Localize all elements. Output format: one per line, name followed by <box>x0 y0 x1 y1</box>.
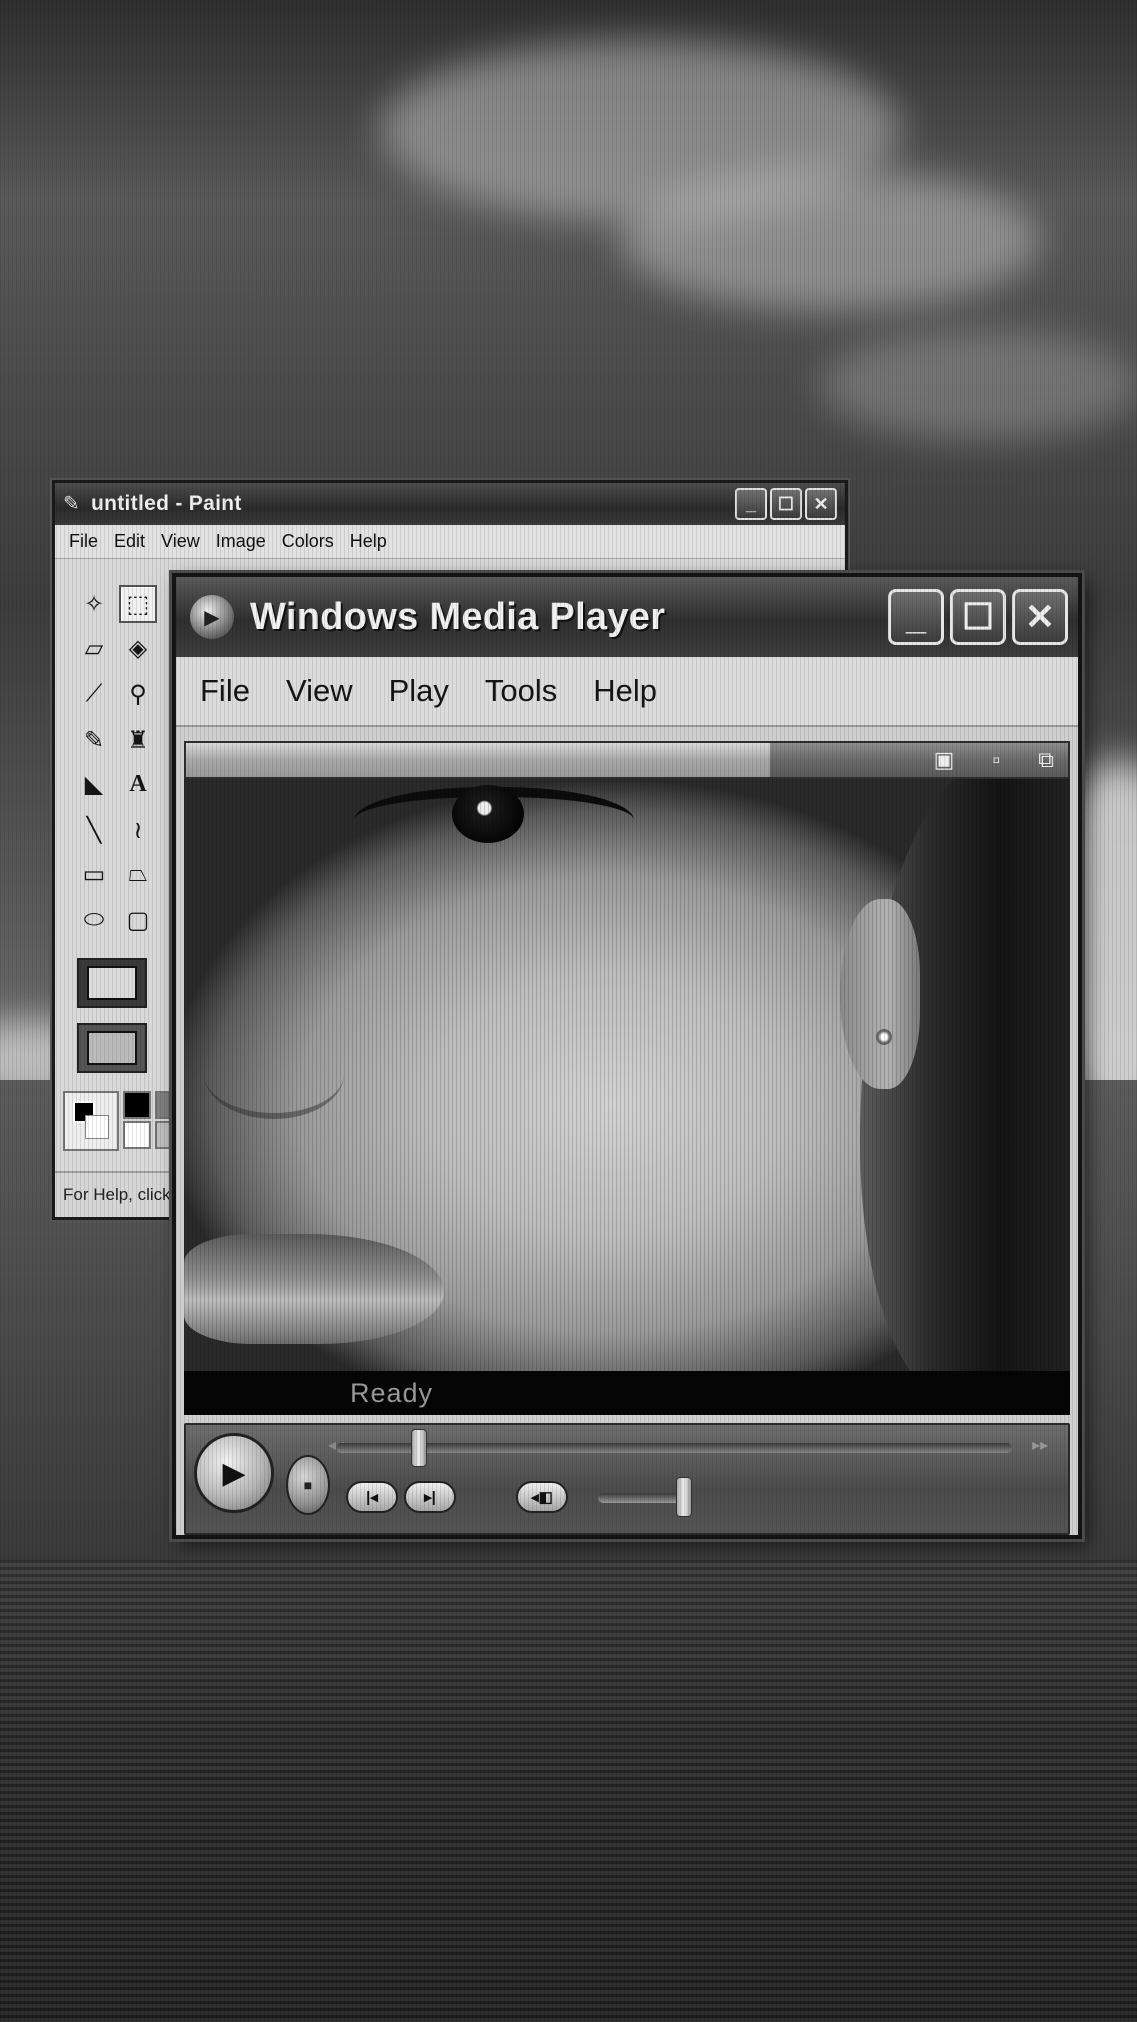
swatch-column <box>123 1091 151 1149</box>
swatch-white[interactable] <box>123 1121 151 1149</box>
ellipse-icon[interactable]: ⬭ <box>75 901 113 939</box>
transparent-option-icon[interactable] <box>77 1023 147 1073</box>
sky-cloud <box>620 170 1040 310</box>
paint-status-text: For Help, click <box>63 1185 171 1204</box>
paint-brush-icon: ✎ <box>63 493 80 515</box>
fill-bucket-icon[interactable]: ◈ <box>119 629 157 667</box>
stop-button[interactable]: ■ <box>286 1455 330 1515</box>
paint-title-bar[interactable]: ✎ untitled - Paint _ ☐ ✕ <box>55 483 845 525</box>
play-icon: ▶ <box>222 1456 246 1490</box>
wmp-title-bar[interactable]: ▶ Windows Media Player _ ☐ ✕ <box>176 577 1078 657</box>
eraser-icon[interactable]: ▱ <box>75 629 113 667</box>
stop-icon: ■ <box>303 1477 313 1493</box>
paint-caption-buttons: _ ☐ ✕ <box>735 488 837 520</box>
paint-menu-edit[interactable]: Edit <box>114 531 145 552</box>
background-color <box>85 1115 109 1139</box>
airbrush-icon[interactable]: ◣ <box>75 765 113 803</box>
wmp-menu-bar: File View Play Tools Help <box>176 657 1078 727</box>
video-area[interactable] <box>184 779 1070 1371</box>
paint-menu-colors[interactable]: Colors <box>282 531 334 552</box>
maximize-icon[interactable]: ☐ <box>770 488 802 520</box>
opaque-option-icon[interactable] <box>77 958 147 1008</box>
grass-texture <box>0 1560 1137 2022</box>
wmp-status-text: Ready <box>350 1377 434 1408</box>
color-picker-icon[interactable]: ⟋ <box>75 675 113 713</box>
media-player-window: ▶ Windows Media Player _ ☐ ✕ File View P… <box>172 573 1082 1539</box>
rectangle-icon[interactable]: ▭ <box>75 855 113 893</box>
current-colors[interactable] <box>63 1091 119 1151</box>
paint-menu-file[interactable]: File <box>69 531 98 552</box>
wmp-menu-play[interactable]: Play <box>389 673 449 709</box>
opaque-preview <box>87 966 137 1000</box>
paint-menu-view[interactable]: View <box>161 531 200 552</box>
wmp-top-bar-fill <box>186 743 770 777</box>
paint-window-title: untitled - Paint <box>91 492 242 515</box>
wmp-status-bar: Ready <box>184 1371 1070 1415</box>
wmp-controls: ◂◂ ▸▸ ▶ ■ |◂ ▸| ◂◧ <box>184 1423 1070 1535</box>
sky-cloud <box>820 330 1137 440</box>
paint-menu-bar: File Edit View Image Colors Help <box>55 525 845 559</box>
mute-button[interactable]: ◂◧ <box>516 1481 568 1513</box>
rounded-rectangle-icon[interactable]: ▢ <box>119 901 157 939</box>
full-mode-icon[interactable]: ▣ <box>934 747 955 773</box>
next-button[interactable]: ▸| <box>404 1481 456 1513</box>
swatch-black[interactable] <box>123 1091 151 1119</box>
seek-bar[interactable] <box>336 1443 1012 1453</box>
line-icon[interactable]: ╲ <box>75 811 113 849</box>
pencil-icon[interactable]: ✎ <box>75 721 113 759</box>
close-icon[interactable]: ✕ <box>1012 589 1068 645</box>
seek-thumb[interactable] <box>411 1429 428 1467</box>
maximize-icon[interactable]: ☐ <box>950 589 1006 645</box>
transparent-preview <box>87 1031 137 1065</box>
brush-icon[interactable]: ♜ <box>119 721 157 759</box>
color-palette <box>63 1091 183 1161</box>
wmp-menu-file[interactable]: File <box>200 673 250 709</box>
play-button[interactable]: ▶ <box>194 1433 274 1513</box>
wmp-menu-view[interactable]: View <box>286 673 353 709</box>
video-scanlines <box>184 779 1070 1371</box>
previous-button[interactable]: |◂ <box>346 1481 398 1513</box>
volume-thumb[interactable] <box>676 1477 693 1517</box>
free-select-icon[interactable]: ✧ <box>75 585 113 623</box>
paint-menu-help[interactable]: Help <box>350 531 387 552</box>
media-player-logo-icon: ▶ <box>190 595 234 639</box>
minimize-icon[interactable]: _ <box>888 589 944 645</box>
paint-menu-image[interactable]: Image <box>216 531 266 552</box>
compact-mode-icon[interactable]: ▫ <box>992 747 1000 773</box>
view-mode-icons: ▣ ▫ ⧉ <box>934 747 1068 773</box>
curve-icon[interactable]: ≀ <box>119 811 157 849</box>
wmp-menu-help[interactable]: Help <box>593 673 657 709</box>
magnifier-icon[interactable]: ⚲ <box>119 675 157 713</box>
polygon-icon[interactable]: ⏢ <box>119 855 157 893</box>
skin-mode-icon[interactable]: ⧉ <box>1038 747 1054 773</box>
wmp-caption-buttons: _ ☐ ✕ <box>888 589 1068 645</box>
wmp-menu-tools[interactable]: Tools <box>485 673 557 709</box>
text-tool-icon[interactable]: A <box>119 765 157 803</box>
fast-forward-icon[interactable]: ▸▸ <box>1032 1435 1048 1455</box>
wmp-window-title: Windows Media Player <box>250 595 666 638</box>
wmp-top-bar: ▣ ▫ ⧉ <box>184 741 1070 779</box>
speaker-icon: ◂◧ <box>531 1489 553 1506</box>
next-icon: ▸| <box>424 1489 436 1506</box>
previous-icon: |◂ <box>366 1489 378 1506</box>
rect-select-icon[interactable]: ⬚ <box>119 585 157 623</box>
close-icon[interactable]: ✕ <box>805 488 837 520</box>
minimize-icon[interactable]: _ <box>735 488 767 520</box>
